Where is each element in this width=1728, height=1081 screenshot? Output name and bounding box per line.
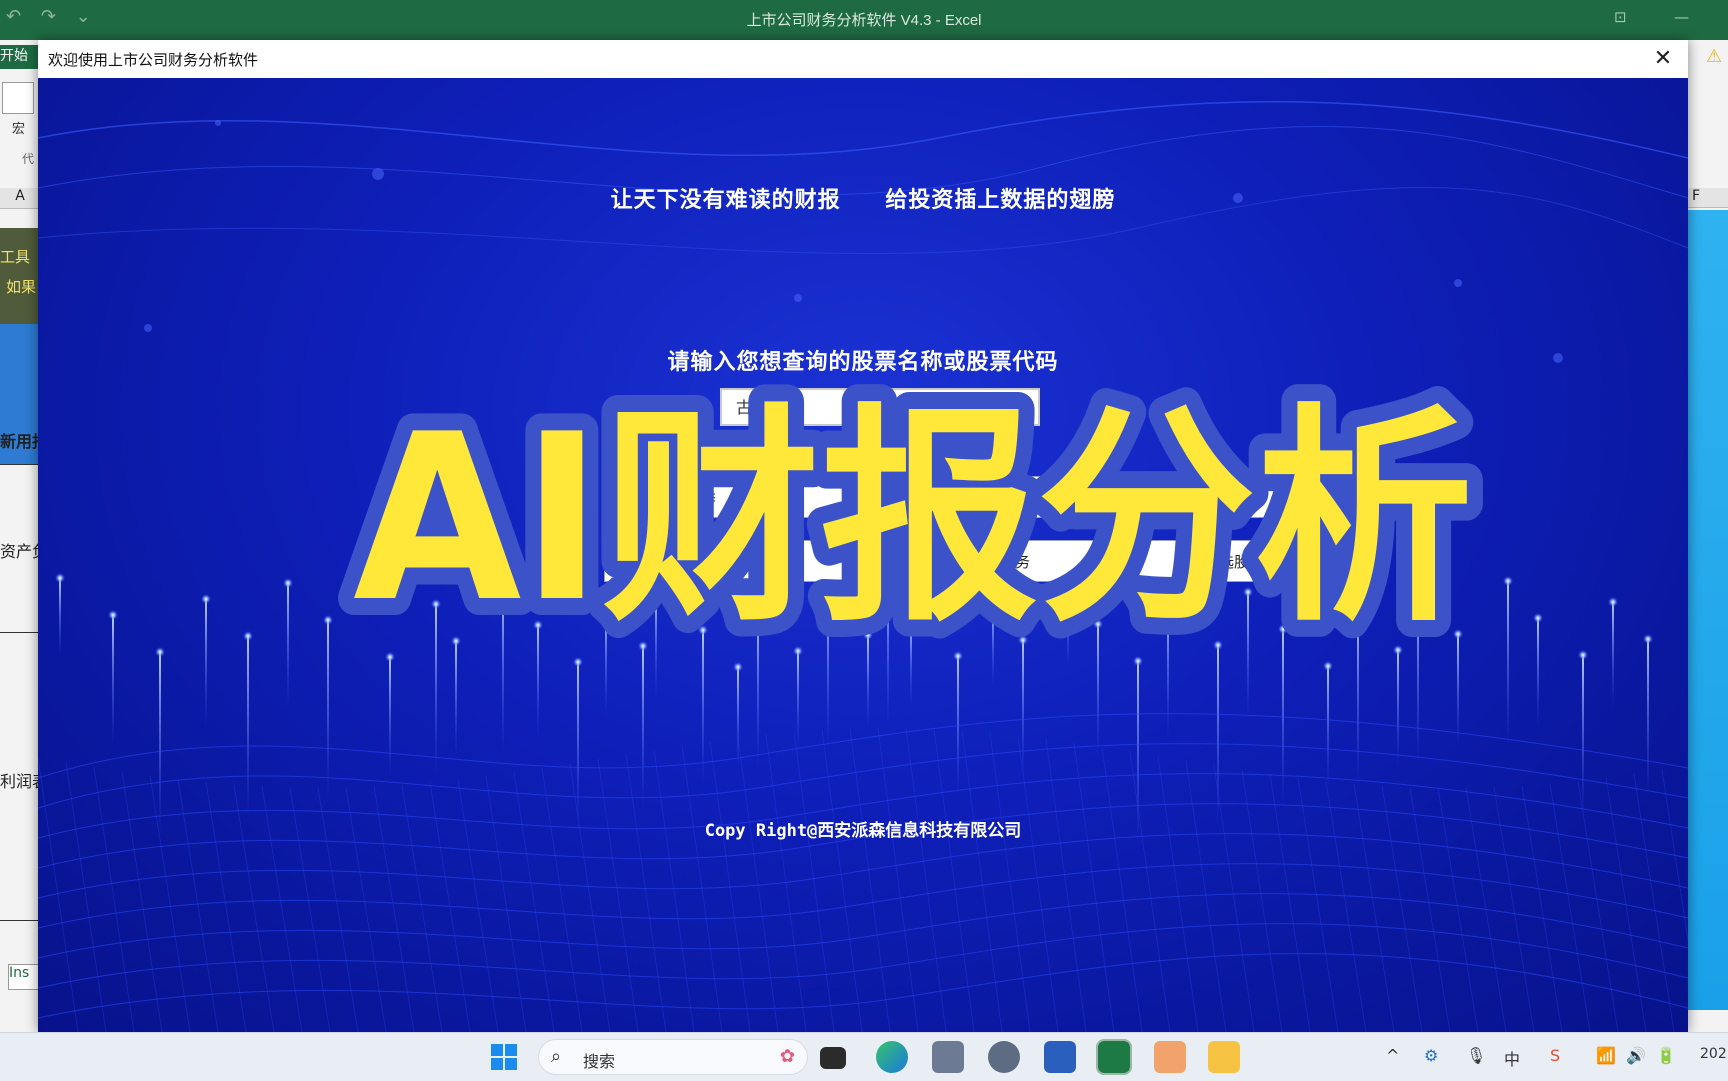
slogan-right: 给投资插上数据的翅膀	[885, 187, 1116, 213]
volume-icon[interactable]: 🔊	[1626, 1046, 1646, 1065]
tab-start[interactable]: 开始	[0, 45, 40, 69]
excel-titlebar: ↶ ↷ ⌄ 上市公司财务分析软件 V4.3 - Excel ⊡ —	[0, 0, 1728, 40]
taskbar-search[interactable]: ⌕ 搜索 ✿	[538, 1039, 808, 1075]
code-group-label: 代	[22, 152, 35, 166]
column-header-a[interactable]: A	[0, 188, 40, 209]
clock[interactable]: 202	[1700, 1046, 1727, 1062]
dialog-title: 欢迎使用上市公司财务分析软件	[48, 51, 259, 69]
minimize-icon[interactable]: —	[1674, 8, 1689, 26]
ribbon-display-icon[interactable]: ⊡	[1614, 8, 1627, 26]
wifi-icon[interactable]: 📶	[1596, 1046, 1616, 1065]
welcome-dialog: 欢迎使用上市公司财务分析软件 ✕ 让天下没有难读的财报 给投资插上数据的翅膀 请…	[38, 40, 1688, 1032]
settings-icon[interactable]	[988, 1041, 1020, 1073]
button-label: 分	[1271, 489, 1287, 507]
app-icon[interactable]	[1154, 1041, 1186, 1073]
warning-icon[interactable]: ⚠	[1706, 46, 1722, 67]
search-placeholder: 搜索	[583, 1052, 616, 1071]
close-icon[interactable]: ✕	[1648, 44, 1678, 74]
excel-icon[interactable]	[1096, 1039, 1132, 1075]
divider	[0, 632, 40, 633]
dialog-titlebar[interactable]: 欢迎使用上市公司财务分析软件 ✕	[38, 40, 1688, 78]
cell-olive-block[interactable]: 工具 如果	[0, 228, 40, 324]
button-label: 选股	[1219, 553, 1250, 571]
stock-search-input[interactable]: 古井贡酒	[720, 388, 1040, 426]
sogou-icon[interactable]: S	[1550, 1046, 1560, 1065]
cell-text: 如果	[6, 278, 37, 296]
search-icon: ⌕	[551, 1046, 562, 1067]
report-period-button-row[interactable]: 季 分	[658, 476, 1318, 518]
analysis-button-row[interactable]: 业 务 购 选股	[604, 540, 1318, 582]
divider	[0, 920, 40, 921]
sheet-tab[interactable]: Ins	[8, 964, 42, 990]
divider	[0, 464, 40, 465]
flower-icon: ✿	[779, 1046, 795, 1067]
excel-window-title: 上市公司财务分析软件 V4.3 - Excel	[746, 12, 982, 29]
button-label: 购	[1093, 553, 1109, 571]
copyright: Copy Right@西安派森信息科技有限公司	[704, 821, 1022, 841]
button-label: 务	[1015, 553, 1031, 571]
windows-start-icon[interactable]	[488, 1041, 520, 1073]
macro-icon[interactable]	[2, 82, 34, 114]
slogan: 让天下没有难读的财报 给投资插上数据的翅膀	[38, 182, 1688, 214]
task-view-icon[interactable]	[820, 1047, 846, 1069]
query-prompt: 请输入您想查询的股票名称或股票代码	[667, 349, 1059, 375]
dialog-body: 让天下没有难读的财报 给投资插上数据的翅膀 请输入您想查询的股票名称或股票代码 …	[38, 78, 1688, 1032]
ime-icon[interactable]: 中	[1504, 1046, 1520, 1070]
word-icon[interactable]	[1044, 1041, 1076, 1073]
battery-icon[interactable]: 🔋	[1656, 1046, 1676, 1065]
folder-icon[interactable]	[1208, 1041, 1240, 1073]
excel-left-region: 开始 宏 代 A 工具 如果 新用报 资产负债 利润表 Ins	[0, 40, 64, 1040]
banner-text: AI财报分析	[353, 386, 1473, 653]
excel-right-region: ⚠ F	[1688, 40, 1728, 1040]
cell-cyan-block[interactable]	[1688, 210, 1728, 1010]
computer-icon[interactable]	[932, 1041, 964, 1073]
network-app-icon[interactable]: ⚙	[1424, 1046, 1438, 1065]
microphone-icon[interactable]: 🎙	[1466, 1046, 1486, 1065]
macro-label: 宏	[12, 122, 26, 137]
button-label: 业	[755, 553, 771, 571]
banner-outline: AI财报分析	[353, 386, 1473, 653]
edge-icon[interactable]	[876, 1041, 908, 1073]
taskbar: ⌕ 搜索 ✿ ^ ⚙ 🎙 中 S 📶 🔊 🔋 202	[0, 1032, 1728, 1081]
button-label: 季	[701, 489, 717, 507]
column-header-f[interactable]: F	[1688, 188, 1728, 208]
slogan-left: 让天下没有难读的财报	[610, 187, 841, 213]
chevron-up-icon[interactable]: ^	[1386, 1046, 1399, 1065]
cell-text: 工具	[0, 248, 31, 266]
